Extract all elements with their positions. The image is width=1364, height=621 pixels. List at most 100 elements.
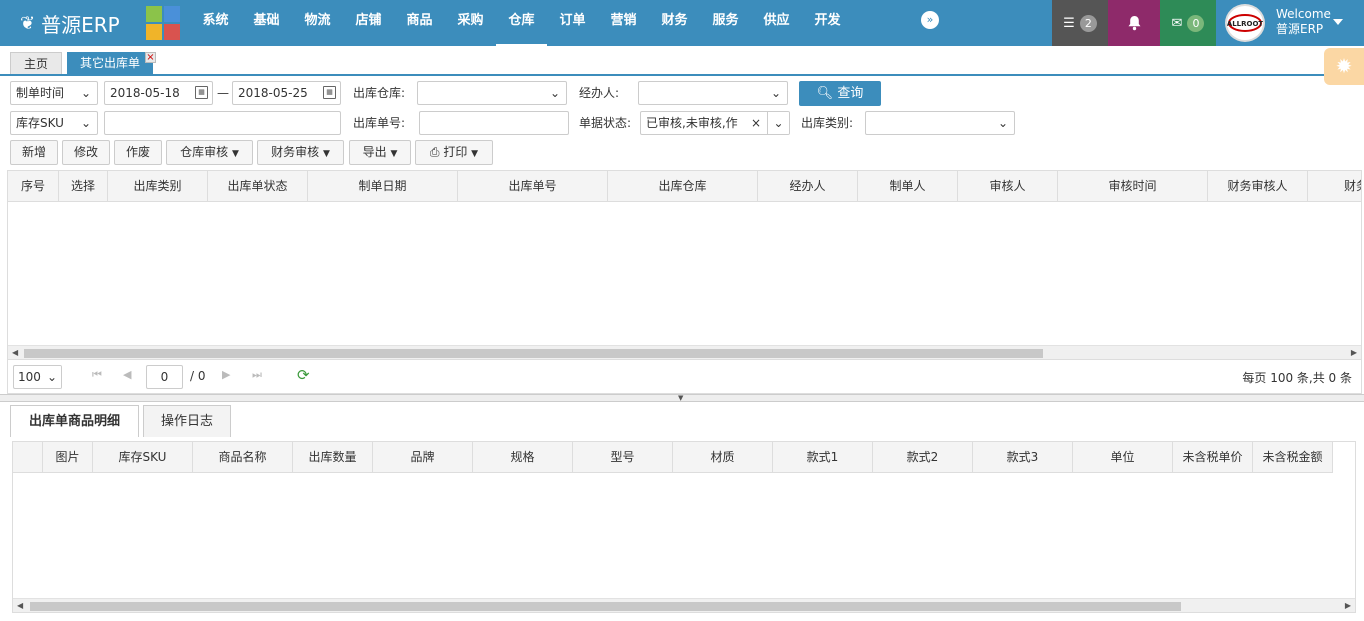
page-size-select[interactable]: 100 ⌄	[13, 365, 62, 389]
alerts-button[interactable]	[1108, 0, 1160, 46]
edit-button[interactable]: 修改	[62, 140, 110, 165]
caret-down-icon: ▼	[231, 149, 239, 159]
col-product-name[interactable]: 商品名称	[193, 442, 293, 472]
finance-audit-button[interactable]: 财务审核 ▼	[257, 140, 344, 165]
query-button[interactable]: 🔍︎ 查询	[799, 81, 881, 106]
date-from-input[interactable]: 2018-05-18 ▦	[104, 81, 213, 105]
date-type-select[interactable]: 制单时间 ⌄	[10, 81, 98, 105]
nav-item-service[interactable]: 服务	[700, 0, 751, 46]
col-finance-auditor[interactable]: 财务审核人	[1208, 171, 1308, 201]
prev-page-icon[interactable]: ◀	[123, 368, 131, 381]
col-style2[interactable]: 款式2	[873, 442, 973, 472]
nav-item-finance[interactable]: 财务	[649, 0, 700, 46]
nav-item-develop[interactable]: 开发	[802, 0, 853, 46]
chevron-down-icon: ⌄	[549, 86, 561, 100]
col-finance-more[interactable]: 财务	[1308, 171, 1361, 201]
col-seq[interactable]: 序号	[8, 171, 59, 201]
col-audit-time[interactable]: 审核时间	[1058, 171, 1208, 201]
print-button[interactable]: ⎙ 打印 ▼	[415, 140, 493, 165]
category-select[interactable]: ⌄	[865, 111, 1015, 135]
messages-badge: 0	[1187, 14, 1205, 32]
avatar[interactable]: ALLROOT	[1225, 4, 1265, 42]
nav-item-warehouse[interactable]: 仓库	[496, 0, 547, 46]
messages-button[interactable]: ✉ 0	[1160, 0, 1216, 46]
nav-item-supply[interactable]: 供应	[751, 0, 802, 46]
nav-item-marketing[interactable]: 营销	[598, 0, 649, 46]
detail-grid-header: 图片 库存SKU 商品名称 出库数量 品牌 规格 型号 材质 款式1 款式2 款…	[13, 442, 1333, 473]
first-page-icon[interactable]: ⏮	[92, 368, 102, 382]
outbound-no-input[interactable]	[419, 111, 569, 135]
collapse-icon[interactable]: ▼	[678, 395, 683, 402]
calendar-icon[interactable]: ▦	[323, 86, 336, 99]
col-handler[interactable]: 经办人	[758, 171, 858, 201]
refresh-icon[interactable]: ⟳	[297, 366, 310, 384]
scroll-left-icon[interactable]: ◀	[17, 599, 23, 612]
clear-icon[interactable]: ×	[748, 112, 763, 134]
panel-splitter[interactable]: ▼	[0, 394, 1364, 402]
nav-item-order[interactable]: 订单	[547, 0, 598, 46]
handler-label: 经办人:	[579, 86, 620, 100]
gear-icon[interactable]: ✹	[1324, 48, 1364, 85]
tab-other-outbound[interactable]: 其它出库单	[67, 52, 153, 74]
double-chevron-icon[interactable]: »	[921, 11, 939, 29]
col-model[interactable]: 型号	[573, 442, 673, 472]
warehouse-audit-button[interactable]: 仓库审核 ▼	[166, 140, 253, 165]
tab-item-details[interactable]: 出库单商品明细	[10, 405, 139, 437]
col-auditor[interactable]: 审核人	[958, 171, 1058, 201]
col-outbound-no[interactable]: 出库单号	[458, 171, 608, 201]
col-unit-price[interactable]: 未含税单价	[1173, 442, 1253, 472]
status-select[interactable]: 已审核,未审核,作 × ⌄	[640, 111, 790, 135]
add-button[interactable]: 新增	[10, 140, 58, 165]
user-menu[interactable]: Welcome 普源ERP	[1276, 7, 1331, 37]
col-style1[interactable]: 款式1	[773, 442, 873, 472]
col-style3[interactable]: 款式3	[973, 442, 1073, 472]
col-quantity[interactable]: 出库数量	[293, 442, 373, 472]
col-sku[interactable]: 库存SKU	[93, 442, 193, 472]
scrollbar-thumb[interactable]	[24, 349, 1043, 358]
col-create-date[interactable]: 制单日期	[308, 171, 458, 201]
main-grid-scrollbar[interactable]: ◀ ▶	[8, 345, 1361, 359]
col-spec[interactable]: 规格	[473, 442, 573, 472]
tab-operation-log[interactable]: 操作日志	[143, 405, 231, 437]
nav-item-purchase[interactable]: 采购	[445, 0, 496, 46]
void-button[interactable]: 作废	[114, 140, 162, 165]
col-select[interactable]: 选择	[59, 171, 108, 201]
col-material[interactable]: 材质	[673, 442, 773, 472]
app-logo[interactable]: ❦ 普源ERP	[20, 8, 120, 38]
handler-select[interactable]: ⌄	[638, 81, 788, 105]
detail-grid-scrollbar[interactable]: ◀ ▶	[13, 598, 1355, 612]
col-image[interactable]: 图片	[43, 442, 93, 472]
pager-summary: 每页 100 条,共 0 条	[1242, 371, 1352, 385]
col-warehouse[interactable]: 出库仓库	[608, 171, 758, 201]
col-status[interactable]: 出库单状态	[208, 171, 308, 201]
nav-item-system[interactable]: 系统	[190, 0, 241, 46]
col-brand[interactable]: 品牌	[373, 442, 473, 472]
col-creator[interactable]: 制单人	[858, 171, 958, 201]
chevron-down-icon: ⌄	[767, 112, 789, 134]
col-amount[interactable]: 未含税金额	[1253, 442, 1333, 472]
col-category[interactable]: 出库类别	[108, 171, 208, 201]
current-page-input[interactable]: 0	[146, 365, 183, 389]
scroll-right-icon[interactable]: ▶	[1345, 599, 1351, 612]
scrollbar-thumb[interactable]	[30, 602, 1181, 611]
export-button[interactable]: 导出 ▼	[349, 140, 411, 165]
nav-item-basic[interactable]: 基础	[241, 0, 292, 46]
nav-item-store[interactable]: 店铺	[343, 0, 394, 46]
caret-down-icon[interactable]	[1333, 19, 1343, 25]
nav-item-product[interactable]: 商品	[394, 0, 445, 46]
date-to-input[interactable]: 2018-05-25 ▦	[232, 81, 341, 105]
scroll-left-icon[interactable]: ◀	[12, 346, 18, 359]
col-unit[interactable]: 单位	[1073, 442, 1173, 472]
warehouse-select[interactable]: ⌄	[417, 81, 567, 105]
close-icon[interactable]: ×	[145, 52, 156, 63]
tasks-button[interactable]: ☰ 2	[1052, 0, 1108, 46]
sku-input[interactable]	[104, 111, 341, 135]
tab-home[interactable]: 主页	[10, 52, 62, 74]
calendar-icon[interactable]: ▦	[195, 86, 208, 99]
nav-item-logistics[interactable]: 物流	[292, 0, 343, 46]
scroll-right-icon[interactable]: ▶	[1351, 346, 1357, 359]
svg-text:ALLROOT: ALLROOT	[1227, 20, 1263, 28]
sku-type-select[interactable]: 库存SKU ⌄	[10, 111, 98, 135]
last-page-icon[interactable]: ⏭	[252, 368, 262, 382]
next-page-icon[interactable]: ▶	[222, 368, 230, 381]
